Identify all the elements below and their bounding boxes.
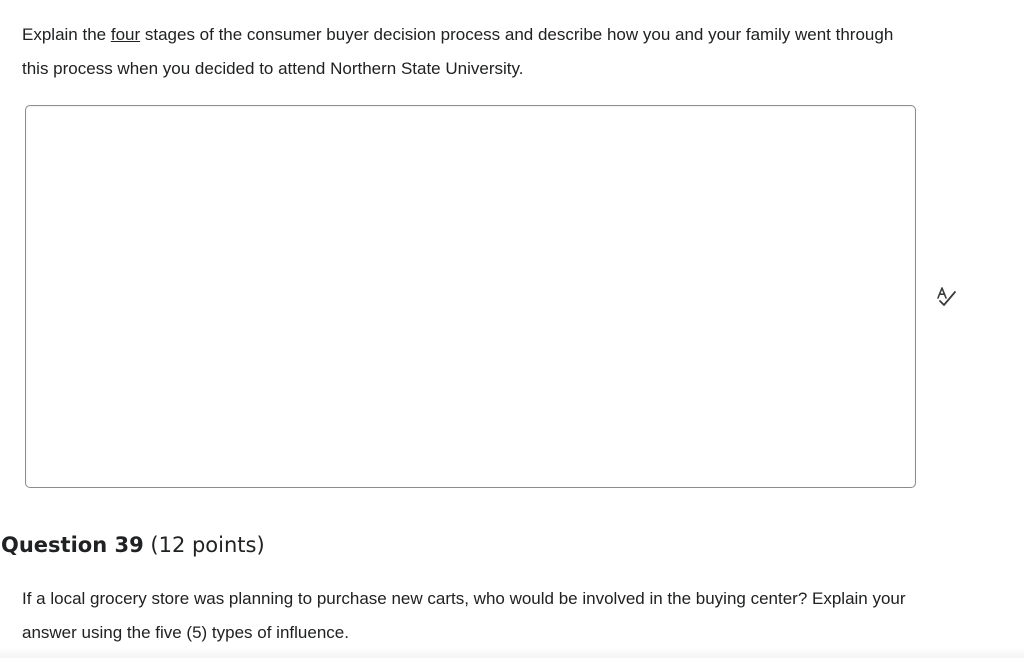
quiz-page: Explain the four stages of the consumer … [0, 0, 1024, 658]
prompt-emphasis: four [110, 25, 141, 44]
answer-box[interactable] [25, 105, 916, 488]
question-title: Question 39 [1, 533, 144, 557]
answer-textarea[interactable] [26, 106, 915, 487]
question-38-prompt: Explain the four stages of the consumer … [22, 18, 922, 86]
question-39-header: Question 39 (12 points) [1, 533, 265, 557]
page-bottom-edge [0, 648, 1024, 658]
question-39-prompt: If a local grocery store was planning to… [22, 589, 906, 642]
spell-check-icon-graphic [937, 287, 956, 306]
prompt-text-start: Explain the [22, 25, 111, 44]
spell-check-icon[interactable] [934, 284, 960, 310]
prompt-text-end: stages of the consumer buyer decision pr… [22, 25, 894, 78]
question-points: (12 points) [150, 533, 265, 557]
